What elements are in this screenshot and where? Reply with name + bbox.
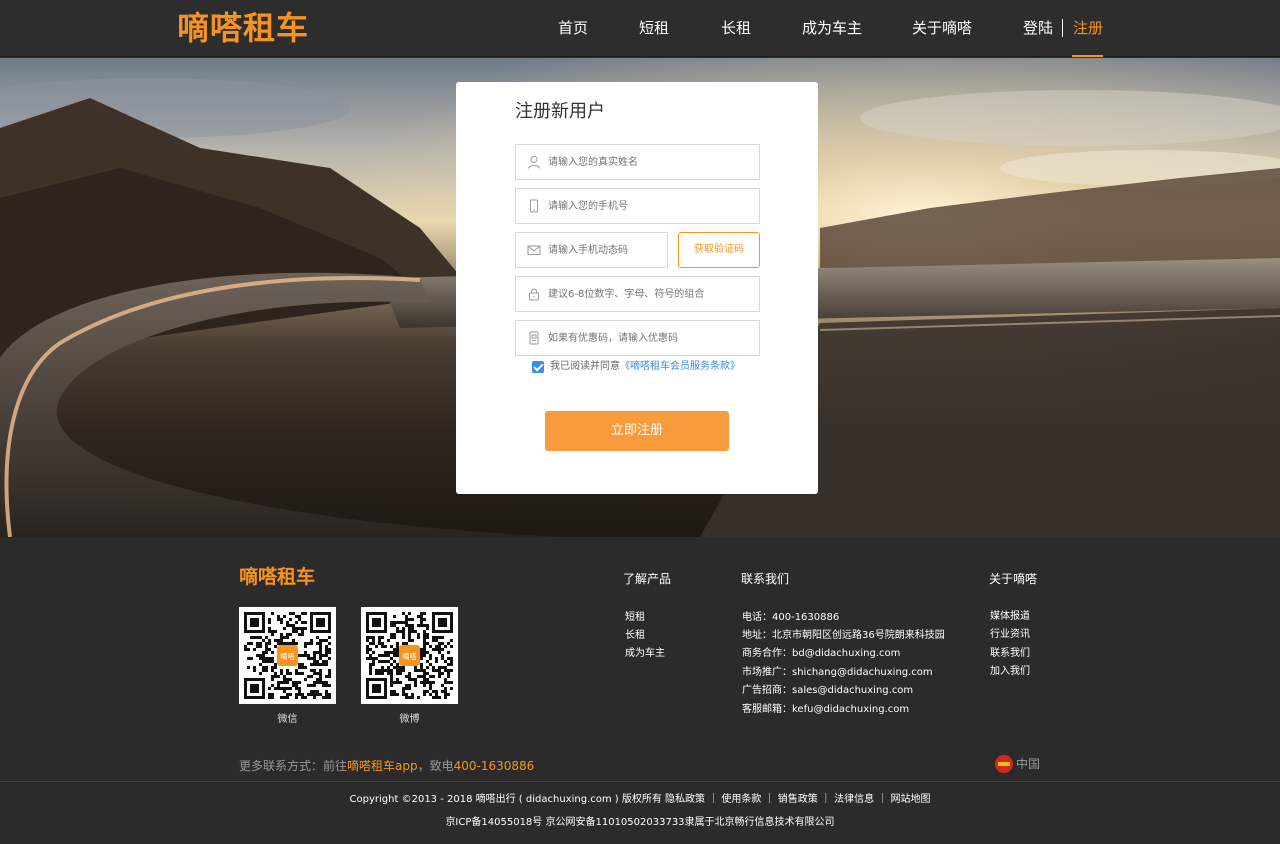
mail-icon [527,245,541,255]
contact-business: 商务合作：bd@didachuxing.com [742,648,901,659]
nav-become-owner[interactable]: 成为车主 [802,18,862,38]
footer-link-join[interactable]: 加入我们 [990,665,1030,679]
china-flag-icon [995,755,1013,773]
nav-about[interactable]: 关于嘀嗒 [912,18,972,38]
footer-logo: 嘀嗒租车 [239,566,316,588]
footer-link-long-rent[interactable]: 长租 [625,629,645,643]
qr-badge-label: 嘀嗒 [280,652,295,661]
about-title: 关于嘀嗒 [989,572,1038,586]
more-contact-prefix: 更多联系方式：前往 [239,759,348,773]
region-label: 中国 [1016,757,1041,771]
phone-input[interactable] [548,189,748,223]
password-field[interactable] [515,276,760,312]
more-contact: 更多联系方式：前往嘀嗒租车app，致电400-1630886 [239,758,534,774]
coupon-field[interactable] [515,320,760,356]
register-card: 注册新用户 获取验证码 [456,82,818,494]
lock-icon [529,288,539,301]
contact-marketing: 市场推广：shichang@didachuxing.com [742,667,933,678]
coupon-input[interactable] [548,321,748,355]
wechat-qr-code: 嘀嗒 [239,607,336,704]
agreement-text: 我已阅读并同意 [550,361,620,372]
app-link[interactable]: 嘀嗒租车app [347,759,418,773]
register-title: 注册新用户 [515,101,605,122]
hotline-phone: 400-1630886 [453,759,535,773]
nav-login[interactable]: 登陆 [1023,18,1053,38]
nav-short-rent[interactable]: 短租 [639,18,669,38]
site-footer: 嘀嗒租车 嘀嗒 微信 嘀嗒 微博 了解产品 短租 长租 成为车主 联系我们 电话… [0,537,1280,844]
name-input[interactable] [548,145,748,179]
footer-link-news[interactable]: 行业资讯 [990,628,1030,642]
footer-link-short-rent[interactable]: 短租 [625,611,645,625]
qr-code-icon: 嘀嗒 [244,612,331,699]
nav-active-underline [1072,55,1103,57]
password-input[interactable] [548,277,748,311]
coupon-icon [529,331,539,345]
more-contact-mid: ，致电 [417,759,454,773]
nav-separator [1062,19,1063,37]
qr-badge-label: 嘀嗒 [402,652,417,661]
footer-link-media[interactable]: 媒体报道 [990,610,1030,624]
weibo-qr-code: 嘀嗒 [361,607,458,704]
wechat-caption: 微信 [277,714,298,725]
contact-title: 联系我们 [741,572,790,586]
sms-code-field[interactable] [515,232,668,268]
site-header: 嘀嗒租车 首页 短租 长租 成为车主 关于嘀嗒 登陆 注册 [0,0,1280,57]
footer-link-contact[interactable]: 联系我们 [990,647,1030,661]
footer-link-become-owner[interactable]: 成为车主 [625,647,665,661]
site-logo[interactable]: 嘀嗒租车 [177,8,309,48]
get-code-button[interactable]: 获取验证码 [678,232,760,268]
icp-text: 京ICP备14055018号 京公网安备11010502033733隶属于北京畅… [445,817,835,828]
copyright-text: Copyright ©2013 - 2018 嘀嗒出行 ( didachuxin… [349,794,931,805]
phone-field[interactable] [515,188,760,224]
terms-link[interactable]: 《嘀嗒租车会员服务条款》 [620,361,740,372]
agreement-checkbox[interactable] [532,361,544,373]
nav-long-rent[interactable]: 长租 [721,18,751,38]
weibo-caption: 微博 [399,714,420,725]
phone-icon [530,199,538,213]
contact-ads: 广告招商：sales@didachuxing.com [742,685,914,696]
qr-code-icon: 嘀嗒 [366,612,453,699]
nav-home[interactable]: 首页 [558,18,588,38]
register-submit-button[interactable]: 立即注册 [545,411,729,451]
nav-register[interactable]: 注册 [1073,18,1103,38]
contact-service: 客服邮箱：kefu@didachuxing.com [742,704,910,715]
products-title: 了解产品 [623,572,672,586]
name-field[interactable] [515,144,760,180]
user-icon [528,156,540,169]
contact-phone: 电话：400-1630886 [742,612,840,623]
footer-divider [0,781,1280,782]
contact-address: 地址：北京市朝阳区创远路36号院朗来科技园 [742,630,945,641]
hero-banner: 注册新用户 获取验证码 [0,58,1280,537]
sms-code-input[interactable] [548,233,663,267]
